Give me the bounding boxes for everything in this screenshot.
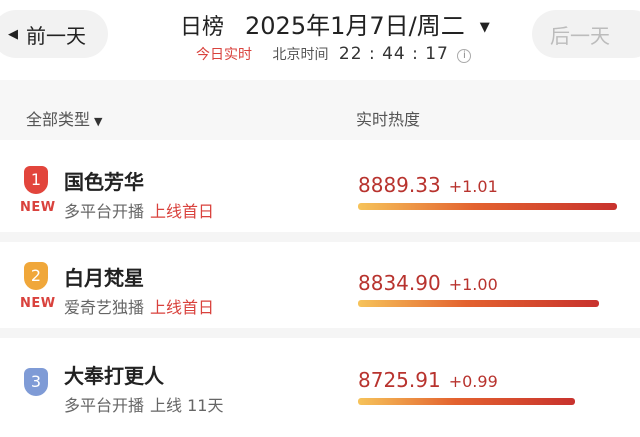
status-label: 上线首日 (150, 298, 215, 317)
heat-bar (358, 300, 599, 307)
heat-bar (358, 203, 617, 210)
row-separator (0, 328, 640, 338)
type-filter[interactable]: 全部类型 ▼ (26, 106, 102, 130)
prev-day-button[interactable]: ◀ 前一天 (0, 10, 108, 58)
header: ◀ 前一天 日榜 2025年1月7日/周二 ▼ 今日实时 北京时间 22 : 4… (0, 0, 640, 80)
ranking-title: 日榜 (180, 15, 225, 40)
list-item[interactable]: 2 NEW 白月梵星 爱奇艺独播 上线首日 8834.90 +1.00 (0, 242, 640, 328)
heat-score: 8725.91 +0.99 (358, 368, 498, 392)
new-tag: NEW (20, 296, 56, 311)
platform-label: 多平台开播 (64, 396, 145, 415)
drama-title: 白月梵星 (64, 266, 144, 290)
drama-meta: 多平台开播 上线首日 (64, 198, 214, 222)
caret-down-icon: ▼ (94, 115, 103, 128)
heat-score: 8834.90 +1.00 (358, 271, 498, 295)
platform-label: 多平台开播 (64, 202, 145, 221)
prev-day-label: 前一天 (26, 23, 86, 48)
rank-badge: 3 (24, 368, 48, 396)
rank-badge: 1 (24, 166, 48, 194)
heat-value: 8889.33 (358, 173, 441, 197)
drama-meta: 多平台开播 上线 11天 (64, 392, 223, 416)
realtime-status: 今日实时 北京时间 22 : 44 : 17 i (196, 44, 472, 64)
chevron-left-icon: ◀ (8, 26, 18, 42)
heat-value: 8725.91 (358, 368, 441, 392)
column-header: 全部类型 ▼ 实时热度 (0, 98, 640, 140)
rank-badge: 2 (24, 262, 48, 290)
heat-delta: +1.01 (448, 177, 498, 196)
heat-column-label: 实时热度 (356, 110, 421, 129)
row-separator (0, 232, 640, 242)
heat-bar (358, 398, 575, 405)
divider-band (0, 80, 640, 98)
heat-delta: +1.00 (448, 275, 498, 294)
beijing-time-label: 北京时间 (272, 47, 329, 63)
next-day-label: 后一天 (550, 23, 610, 48)
list-item[interactable]: 3 大奉打更人 多平台开播 上线 11天 8725.91 +0.99 (0, 338, 640, 437)
realtime-label: 今日实时 (196, 47, 252, 63)
clock-time: 22 : 44 : 17 (338, 44, 449, 64)
drama-meta: 爱奇艺独播 上线首日 (64, 294, 214, 318)
caret-down-icon[interactable]: ▼ (480, 20, 490, 35)
status-label: 上线 11天 (150, 396, 224, 415)
type-filter-label: 全部类型 (26, 110, 91, 129)
drama-title: 大奉打更人 (64, 364, 164, 388)
heat-score: 8889.33 +1.01 (358, 173, 498, 197)
drama-title: 国色芳华 (64, 170, 144, 194)
page-title[interactable]: 日榜 2025年1月7日/周二 ▼ (180, 6, 490, 41)
date-selector[interactable]: 2025年1月7日/周二 (245, 12, 465, 40)
list-item[interactable]: 1 NEW 国色芳华 多平台开播 上线首日 8889.33 +1.01 (0, 146, 640, 232)
status-label: 上线首日 (150, 202, 215, 221)
heat-value: 8834.90 (358, 271, 441, 295)
platform-label: 爱奇艺独播 (64, 298, 145, 317)
next-day-button[interactable]: 后一天 (532, 10, 640, 58)
info-icon[interactable]: i (457, 49, 472, 63)
new-tag: NEW (20, 200, 56, 215)
heat-delta: +0.99 (448, 372, 498, 391)
